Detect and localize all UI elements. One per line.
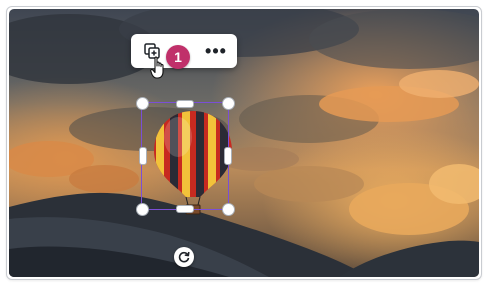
hand-pointer-cursor-icon [150,56,164,79]
resize-handle-bottom-left[interactable] [136,203,149,216]
resize-handle-bottom[interactable] [176,205,194,213]
rotate-button[interactable] [174,247,194,267]
resize-handle-left[interactable] [139,147,147,165]
resize-handle-bottom-right[interactable] [222,203,235,216]
resize-handle-top-left[interactable] [136,97,149,110]
image-block-frame [6,6,482,280]
resize-handle-top[interactable] [176,100,194,108]
resize-handle-right[interactable] [224,147,232,165]
selection-box [141,102,229,210]
sunset-clouds-image [9,9,479,277]
step-badge: 1 [166,45,190,69]
rotate-icon [178,251,190,263]
resize-handle-top-right[interactable] [222,97,235,110]
more-options-button[interactable]: ••• [201,36,231,66]
image-canvas[interactable] [9,9,479,277]
